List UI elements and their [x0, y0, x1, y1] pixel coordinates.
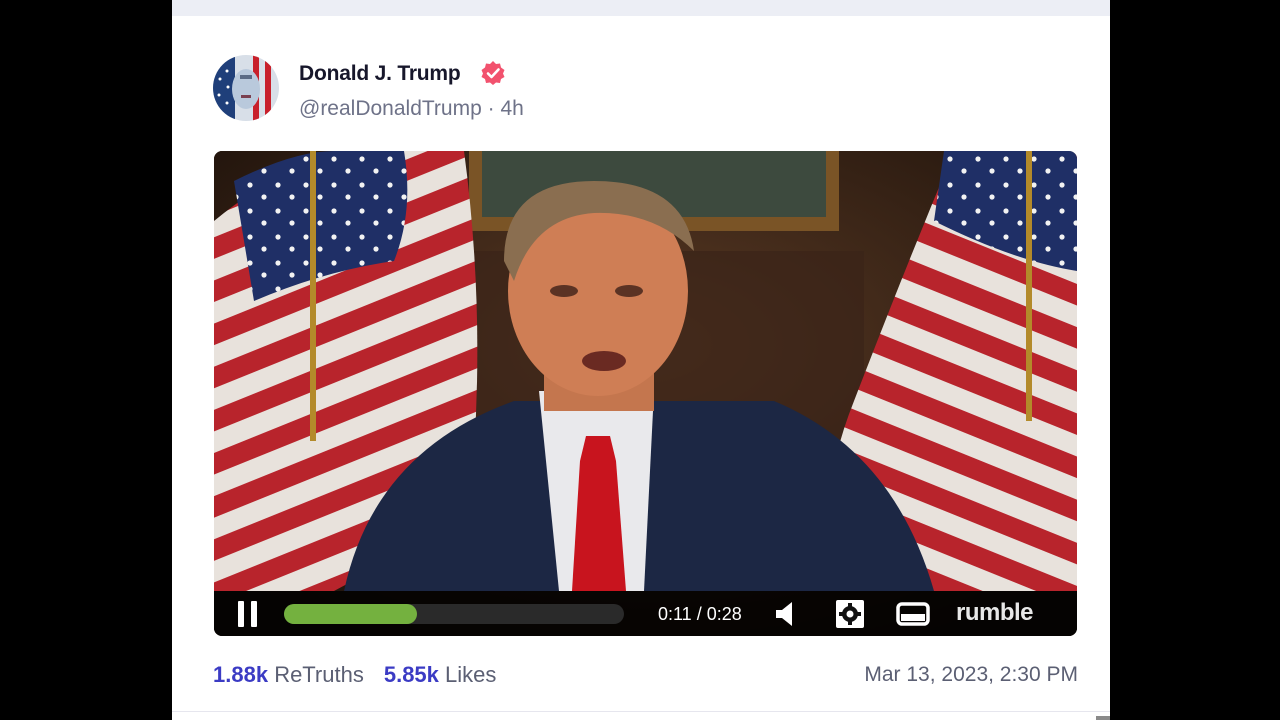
likes-count: 5.85k — [383, 662, 439, 687]
video-player[interactable]: 0:11 / 0:28 rumble — [214, 151, 1077, 636]
separator-dot: · — [487, 97, 495, 120]
resize-corner-icon — [1096, 716, 1110, 720]
avatar[interactable] — [213, 55, 279, 121]
author-handle[interactable]: @realDonaldTrump — [299, 97, 482, 120]
likes-stat[interactable]: 5.85k Likes — [384, 662, 497, 687]
video-controls: 0:11 / 0:28 rumble — [214, 591, 1077, 636]
verified-badge-icon — [481, 61, 505, 85]
retruths-count: 1.88k — [213, 662, 269, 687]
retruths-stat[interactable]: 1.88k ReTruths — [213, 662, 364, 687]
avatar-image — [213, 55, 279, 121]
pause-icon[interactable] — [236, 601, 260, 627]
progress-fill — [284, 604, 417, 624]
rumble-logo[interactable]: rumble — [956, 597, 1034, 629]
video-frame — [214, 151, 1077, 636]
gear-icon[interactable] — [836, 600, 864, 628]
progress-bar[interactable] — [284, 604, 624, 624]
divider — [172, 711, 1110, 712]
post-stats: 1.88k ReTruths 5.85k Likes — [213, 660, 496, 690]
previous-post-edge — [172, 0, 1110, 16]
post-age[interactable]: 4h — [500, 97, 523, 120]
retruths-label: ReTruths — [274, 662, 364, 687]
screen-icon[interactable] — [896, 602, 930, 626]
author-name[interactable]: Donald J. Trump — [299, 60, 461, 88]
volume-icon[interactable] — [774, 600, 800, 628]
post-date[interactable]: Mar 13, 2023, 2:30 PM — [864, 660, 1078, 690]
handle-row: @realDonaldTrump · 4h — [299, 95, 524, 123]
time-display: 0:11 / 0:28 — [658, 604, 742, 624]
likes-label: Likes — [445, 662, 497, 687]
